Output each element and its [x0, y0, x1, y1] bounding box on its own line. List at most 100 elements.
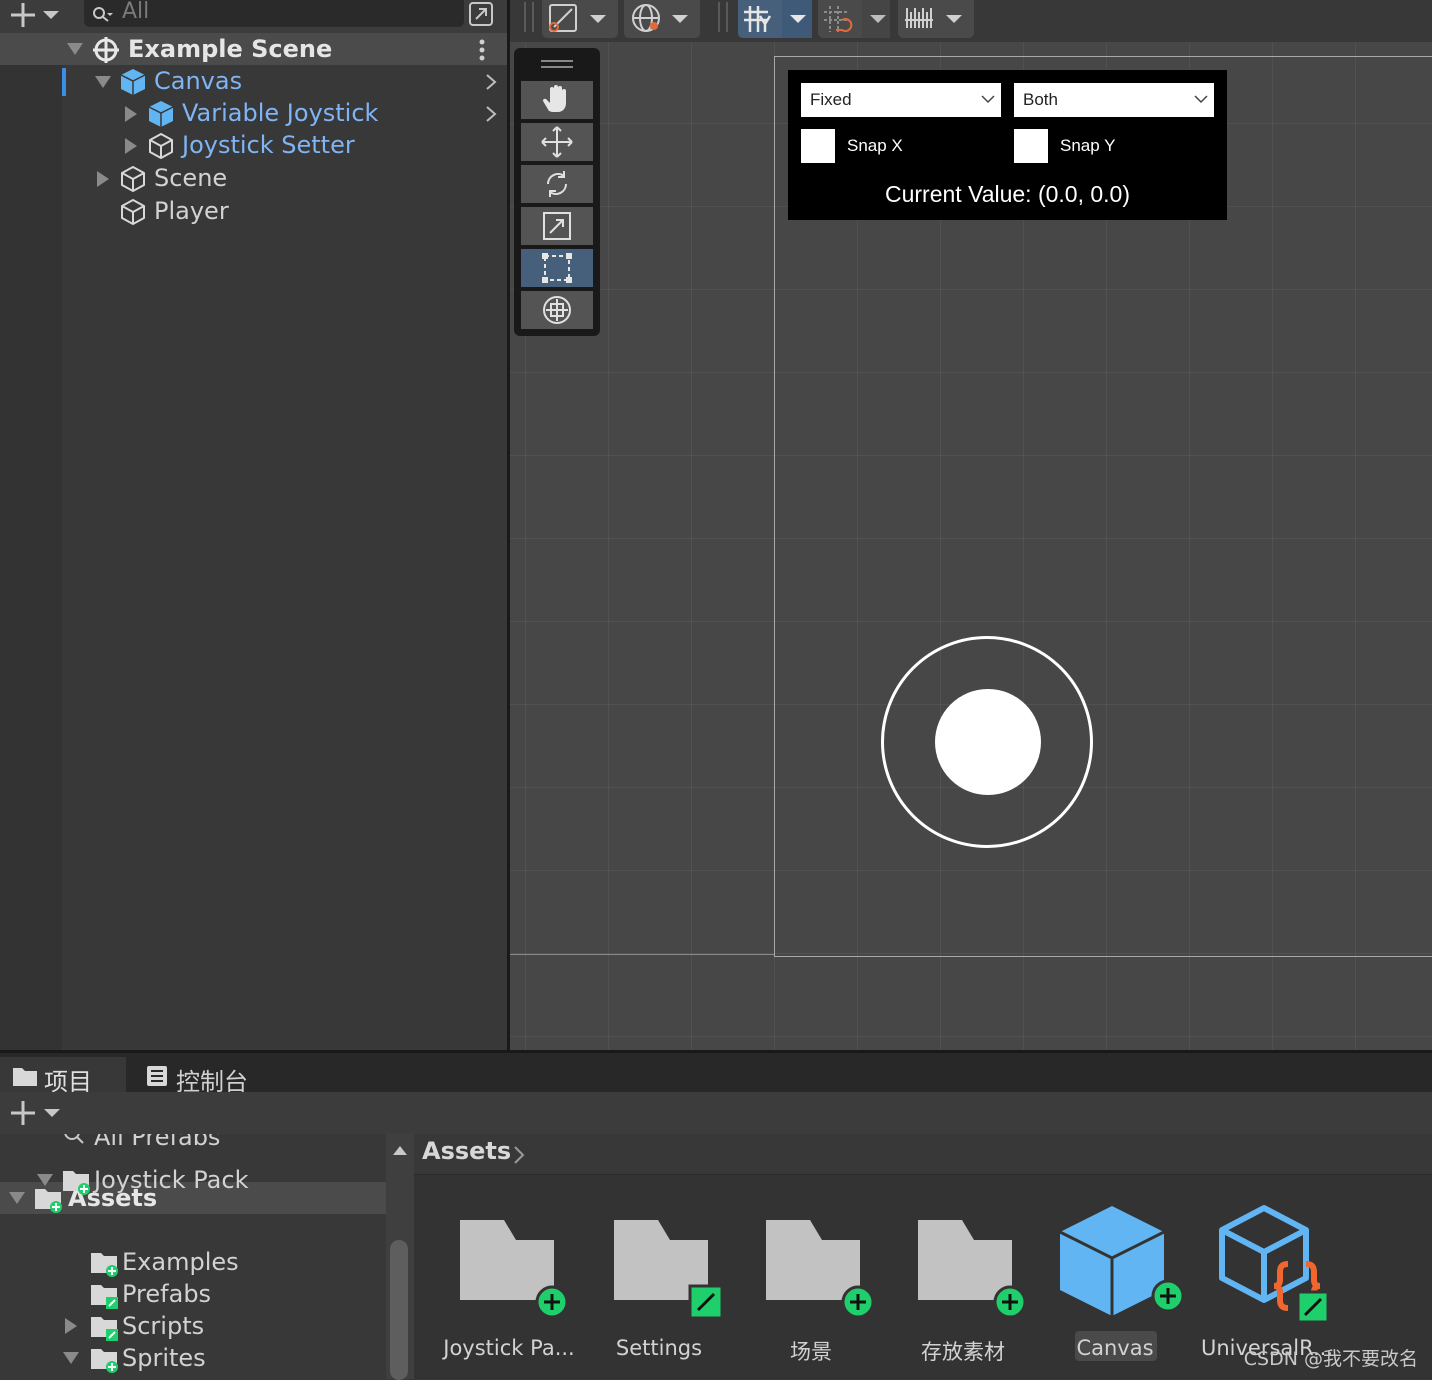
- tab-project[interactable]: 项目: [0, 1057, 126, 1096]
- expand-arrow-icon[interactable]: [124, 105, 138, 123]
- current-value-text: Current Value: (0.0, 0.0): [884, 181, 1131, 207]
- maximize-icon[interactable]: [468, 1, 496, 27]
- folder-with-edit-icon: [612, 1218, 728, 1322]
- search-icon: [92, 5, 114, 23]
- asset-item-settings[interactable]: Settings: [584, 1174, 734, 1379]
- folder-with-plus-icon: [916, 1218, 1032, 1322]
- expand-arrow-icon[interactable]: [96, 170, 110, 188]
- breadcrumb: Assets: [414, 1134, 1432, 1175]
- toolbar-separator: [718, 2, 720, 32]
- folder-icon: [62, 1167, 94, 1195]
- add-icon[interactable]: [10, 2, 60, 28]
- hierarchy-item-player[interactable]: Player: [0, 195, 507, 227]
- toolbar-separator: [532, 2, 534, 32]
- gameobject-cube-icon: [147, 132, 175, 160]
- toolbar-separator: [524, 2, 526, 32]
- toolbar-separator: [726, 2, 728, 32]
- scriptable-object-icon: [1218, 1204, 1342, 1324]
- chevron-right-icon[interactable]: [484, 73, 498, 91]
- ruler-button[interactable]: [898, 0, 974, 38]
- chevron-right-icon: [512, 1145, 526, 1165]
- project-toolbar: [0, 1092, 1432, 1135]
- canvas-axis-line: [510, 954, 774, 955]
- joystick-settings-panel: Fixed Both Snap X Snap Y Current Value: …: [788, 70, 1227, 220]
- gameobject-cube-icon: [119, 198, 147, 226]
- scene-view[interactable]: Fixed Both Snap X Snap Y Current Value: …: [510, 0, 1432, 1050]
- folder-label: Sprites: [122, 1344, 206, 1372]
- asset-item-canvas-prefab[interactable]: Canvas: [1040, 1174, 1190, 1379]
- folder-item-scripts[interactable]: Scripts: [0, 1310, 386, 1342]
- folder-icon: [90, 1313, 122, 1341]
- variable-joystick-label: Variable Joystick: [182, 99, 379, 127]
- chevron-down-icon: [1194, 94, 1208, 104]
- asset-item-scenes[interactable]: 场景: [736, 1174, 886, 1379]
- palette-handle[interactable]: [541, 60, 573, 62]
- folder-tree-scrollbar[interactable]: [386, 1134, 414, 1380]
- rect-tool-button[interactable]: [521, 249, 593, 287]
- scroll-up-icon[interactable]: [392, 1144, 408, 1156]
- hierarchy-item-joystick-setter[interactable]: Joystick Setter: [0, 129, 507, 161]
- hand-tool-button[interactable]: [521, 81, 593, 119]
- chevron-right-icon[interactable]: [484, 105, 498, 123]
- folder-item-sprites[interactable]: Sprites: [0, 1342, 386, 1374]
- folder-icon: [90, 1249, 122, 1277]
- joystick-handle[interactable]: [935, 689, 1041, 795]
- hierarchy-item-canvas[interactable]: Canvas: [0, 65, 507, 97]
- snap-x-checkbox[interactable]: [801, 129, 835, 163]
- gameobject-cube-icon: [119, 165, 147, 193]
- folder-item-joystick-pack[interactable]: Joystick Pack: [0, 1164, 386, 1196]
- joystick-type-dropdown[interactable]: Fixed: [801, 83, 1001, 117]
- tab-console[interactable]: 控制台: [126, 1057, 276, 1096]
- expand-arrow-icon[interactable]: [94, 75, 112, 89]
- move-tool-button[interactable]: [521, 123, 593, 161]
- asset-item-joystick-pack[interactable]: Joystick Pa...: [434, 1174, 584, 1379]
- folder-icon: [12, 1065, 38, 1087]
- axis-options-dropdown[interactable]: Both: [1014, 83, 1214, 117]
- hierarchy-item-scene[interactable]: Scene: [0, 162, 507, 194]
- player-label: Player: [154, 197, 229, 225]
- watermark: CSDN @我不要改名: [1243, 1348, 1418, 1370]
- add-icon[interactable]: [10, 1099, 62, 1127]
- asset-browser: Assets Joystick Pa... Settings 场景 存放素材 C…: [414, 1134, 1432, 1379]
- search-placeholder: All: [122, 0, 150, 24]
- breadcrumb-assets[interactable]: Assets: [422, 1137, 511, 1165]
- palette-handle[interactable]: [541, 66, 573, 68]
- asset-item-materials[interactable]: 存放素材: [888, 1174, 1038, 1379]
- folder-item-prefabs[interactable]: Prefabs: [0, 1278, 386, 1310]
- scene-name: Example Scene: [128, 35, 333, 63]
- increment-snapping-button[interactable]: [818, 0, 890, 38]
- tool-palette: [514, 48, 600, 336]
- expand-arrow-icon[interactable]: [36, 1173, 54, 1187]
- scene-label: Scene: [154, 164, 228, 192]
- expand-arrow-icon[interactable]: [64, 1317, 78, 1335]
- unity-scene-icon: [92, 36, 120, 64]
- snap-x-label: Snap X: [847, 136, 903, 155]
- search-icon: [62, 1134, 86, 1146]
- scrollbar-thumb[interactable]: [390, 1240, 408, 1380]
- folder-item-examples[interactable]: Examples: [0, 1246, 386, 1278]
- transform-tool-button[interactable]: [521, 291, 593, 329]
- hierarchy-search-input[interactable]: All: [84, 0, 464, 27]
- project-panel: 项目 控制台 All Prefabs Assets Joystick Pack …: [0, 1050, 1432, 1380]
- asset-label: Joystick Pa...: [443, 1336, 575, 1360]
- folder-label: Joystick Pack: [94, 1166, 249, 1194]
- hierarchy-scene-row[interactable]: Example Scene: [0, 33, 507, 65]
- expand-arrow-icon[interactable]: [66, 42, 84, 56]
- chevron-down-icon: [981, 94, 995, 104]
- folder-label: Prefabs: [122, 1280, 212, 1308]
- snap-y-checkbox[interactable]: [1014, 129, 1048, 163]
- folder-label: Scripts: [122, 1312, 205, 1340]
- draw-mode-button[interactable]: [542, 0, 618, 38]
- grid-snapping-button[interactable]: [738, 0, 812, 38]
- folder-icon: [90, 1281, 122, 1309]
- expand-arrow-icon[interactable]: [124, 137, 138, 155]
- hierarchy-panel: All Example Scene Canvas Variable Joysti…: [0, 0, 507, 1050]
- expand-arrow-icon[interactable]: [62, 1351, 80, 1365]
- scale-tool-button[interactable]: [521, 207, 593, 245]
- asset-label: 场景: [790, 1340, 832, 1364]
- more-options-icon[interactable]: [477, 39, 487, 61]
- rotate-tool-button[interactable]: [521, 165, 593, 203]
- favorites-row[interactable]: All Prefabs: [0, 1134, 386, 1152]
- hierarchy-item-variable-joystick[interactable]: Variable Joystick: [0, 97, 507, 129]
- global-view-button[interactable]: [624, 0, 700, 38]
